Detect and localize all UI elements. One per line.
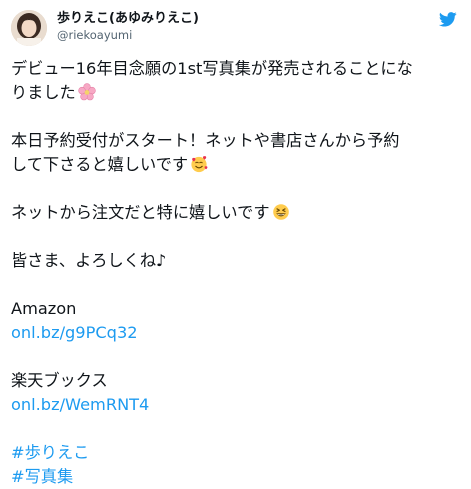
smiling-face-with-hearts-emoji-icon xyxy=(190,155,208,173)
text-line: ネットから注文だと特に嬉しいです xyxy=(11,201,461,225)
hashtag-photobook[interactable]: #写真集 xyxy=(11,465,461,489)
grinning-squinting-face-emoji-icon xyxy=(272,203,290,221)
tweet-card: 歩りえこ(あゆみりえこ) @riekoayumi デビュー16年目念願の1st写… xyxy=(0,0,471,486)
store-name-amazon: Amazon xyxy=(11,299,77,318)
text-line: 皆さま、よろしくね♪ xyxy=(11,251,167,270)
text-line: デビュー16年目念願の1st写真集が発売されることにな xyxy=(11,59,413,78)
store-name-rakuten: 楽天ブックス xyxy=(11,371,108,390)
link-rakuten[interactable]: onl.bz/WemRNT4 xyxy=(11,393,461,417)
hashtag-ayumi-rieko[interactable]: #歩りえこ xyxy=(11,441,461,465)
tweet-text: デビュー16年目念願の1st写真集が発売されることにな りました 本日予約受付が… xyxy=(11,57,461,489)
author-names: 歩りえこ(あゆみりえこ) @riekoayumi xyxy=(57,10,199,43)
text-line: りました xyxy=(11,81,461,105)
text-line: 本日予約受付がスタート！ネットや書店さんから予約 xyxy=(11,131,400,150)
text-line: して下さると嬉しいです xyxy=(11,153,461,177)
twitter-bird-icon[interactable] xyxy=(438,12,457,27)
cherry-blossom-emoji-icon xyxy=(78,83,96,101)
tweet-header: 歩りえこ(あゆみりえこ) @riekoayumi xyxy=(11,10,461,46)
author-display-name[interactable]: 歩りえこ(あゆみりえこ) xyxy=(57,10,199,27)
avatar[interactable] xyxy=(11,10,47,46)
author-handle[interactable]: @riekoayumi xyxy=(57,27,199,43)
link-amazon[interactable]: onl.bz/g9PCq32 xyxy=(11,321,461,345)
